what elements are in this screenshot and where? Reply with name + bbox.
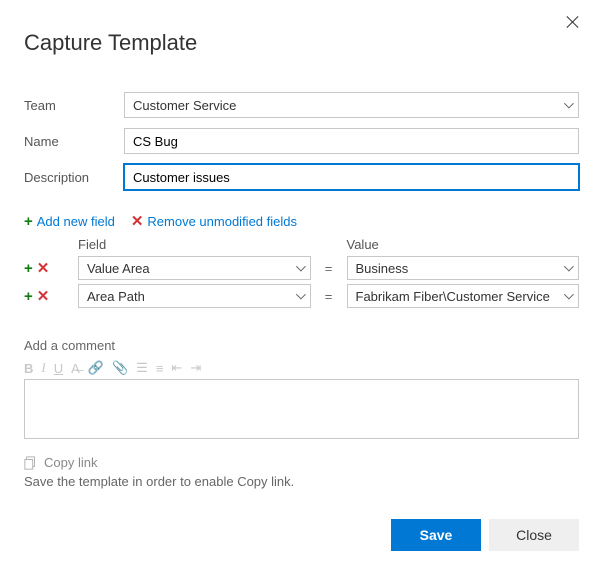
chevron-down-icon [564,293,571,300]
field-select-value: Value Area [87,261,150,276]
dialog-title: Capture Template [24,30,579,56]
value-select-value: Fabrikam Fiber\Customer Service [356,289,550,304]
value-select[interactable]: Fabrikam Fiber\Customer Service [347,284,580,308]
remove-row-icon[interactable]: ✕ [37,261,50,276]
remove-unmodified-label: Remove unmodified fields [147,214,297,229]
chevron-down-icon [296,265,303,272]
value-select-value: Business [356,261,409,276]
chevron-down-icon [564,102,571,109]
equals-sign: = [311,261,347,276]
bullet-list-icon[interactable]: ☰ [136,360,148,376]
add-row-icon[interactable]: + [24,289,33,304]
outdent-icon[interactable]: ⇤ [171,360,182,376]
link-icon[interactable]: 🔗 [88,360,104,376]
x-icon: ✕ [131,214,144,229]
comment-textarea[interactable] [24,379,579,439]
editor-toolbar: B I U A̶ 🔗 📎 ☰ ≡ ⇤ ⇥ [24,357,579,379]
clear-format-icon[interactable]: A̶ [71,361,80,376]
indent-icon[interactable]: ⇥ [190,360,201,376]
field-column-header: Field [78,237,311,252]
attach-icon[interactable]: 📎 [112,360,128,376]
field-select-value: Area Path [87,289,145,304]
copy-link-label: Copy link [44,455,97,470]
bold-icon[interactable]: B [24,361,33,376]
close-button[interactable]: Close [489,519,579,551]
copy-link-button: Copy link [24,455,579,470]
team-select[interactable]: Customer Service [124,92,579,118]
remove-unmodified-button[interactable]: ✕ Remove unmodified fields [131,214,297,229]
remove-row-icon[interactable]: ✕ [37,289,50,304]
add-field-button[interactable]: + Add new field [24,214,115,229]
field-row: + ✕ Value Area = Business [24,256,579,280]
value-select[interactable]: Business [347,256,580,280]
add-row-icon[interactable]: + [24,261,33,276]
name-label: Name [24,134,124,149]
underline-icon[interactable]: U [54,361,63,376]
field-select[interactable]: Area Path [78,284,311,308]
copy-link-icon [24,456,38,470]
description-input[interactable] [124,164,579,190]
field-row: + ✕ Area Path = Fabrikam Fiber\Customer … [24,284,579,308]
field-select[interactable]: Value Area [78,256,311,280]
chevron-down-icon [296,293,303,300]
copy-link-hint: Save the template in order to enable Cop… [24,474,579,489]
close-icon[interactable] [565,14,581,30]
number-list-icon[interactable]: ≡ [156,361,164,376]
plus-icon: + [24,214,33,229]
italic-icon[interactable]: I [41,360,45,376]
team-value: Customer Service [133,98,236,113]
description-label: Description [24,170,124,185]
chevron-down-icon [564,265,571,272]
name-input[interactable] [124,128,579,154]
value-column-header: Value [347,237,580,252]
save-button[interactable]: Save [391,519,481,551]
equals-sign: = [311,289,347,304]
add-field-label: Add new field [37,214,115,229]
comment-label: Add a comment [24,338,579,353]
team-label: Team [24,98,124,113]
